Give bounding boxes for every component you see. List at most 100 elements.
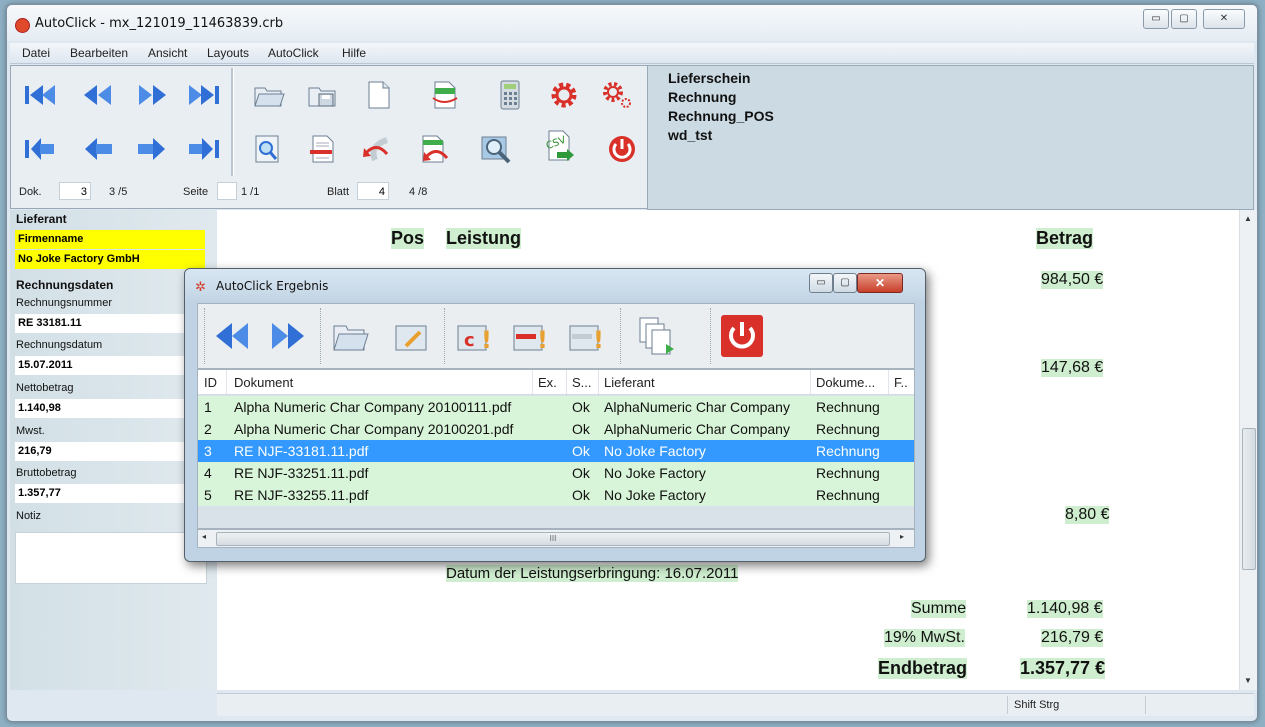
exit-button[interactable] <box>605 132 639 166</box>
column-divider[interactable] <box>226 370 227 394</box>
table-row-selected[interactable]: 3 RE NJF-33181.11.pdf Ok No Joke Factory… <box>198 440 914 462</box>
dialog-close-button[interactable]: ✕ <box>857 273 903 293</box>
power-icon <box>721 315 763 357</box>
column-divider[interactable] <box>810 370 811 394</box>
layout-item-lieferschein[interactable]: Lieferschein <box>668 70 750 86</box>
scroll-up-icon[interactable]: ▲ <box>1244 214 1252 223</box>
column-status[interactable]: S... <box>572 375 592 390</box>
firmenname-field[interactable]: No Joke Factory GmbH <box>15 250 205 269</box>
last-page-button[interactable] <box>187 132 221 166</box>
column-divider[interactable] <box>598 370 599 394</box>
table-row[interactable]: 2 Alpha Numeric Char Company 20100201.pd… <box>198 418 914 440</box>
maximize-button[interactable]: ▢ <box>1171 9 1197 29</box>
calculator-button[interactable] <box>493 78 527 112</box>
layout-item-rechnung[interactable]: Rechnung <box>668 89 736 105</box>
column-ex[interactable]: Ex. <box>538 375 557 390</box>
new-document-button[interactable] <box>361 78 395 112</box>
scroll-right-icon[interactable]: ▸ <box>900 532 904 541</box>
blatt-input[interactable]: 4 <box>357 182 389 200</box>
column-dokument[interactable]: Dokument <box>234 375 293 390</box>
settings-button[interactable] <box>547 78 581 112</box>
scroll-left-icon[interactable]: ◂ <box>202 532 206 541</box>
delete-button[interactable] <box>305 132 339 166</box>
dialog-exit-button[interactable] <box>720 314 764 358</box>
dialog-check-button[interactable]: c! <box>452 314 496 358</box>
rechnungsnummer-field[interactable]: RE 33181.11 <box>15 314 205 333</box>
document-vertical-scrollbar[interactable]: ▲ ▼ <box>1239 210 1257 690</box>
dialog-mark-button[interactable]: ! <box>508 314 552 358</box>
mwst-field[interactable]: 216,79 <box>15 442 205 461</box>
scroll-thumb[interactable] <box>1242 428 1256 570</box>
undo-button[interactable] <box>361 132 395 166</box>
column-f[interactable]: F.. <box>894 375 908 390</box>
grid-horizontal-scrollbar[interactable]: ◂ III ▸ <box>197 529 915 548</box>
menu-bearbeiten[interactable]: Bearbeiten <box>70 46 128 60</box>
layout-item-rechnung-pos[interactable]: Rechnung_POS <box>668 108 774 124</box>
layout-item-wd-tst[interactable]: wd_tst <box>668 127 712 143</box>
column-lieferant[interactable]: Lieferant <box>604 375 655 390</box>
svg-text:!: ! <box>537 326 548 354</box>
close-button[interactable]: ✕ <box>1203 9 1245 29</box>
preview-button[interactable] <box>251 132 285 166</box>
menu-ansicht[interactable]: Ansicht <box>148 46 187 60</box>
row-status: Ok <box>572 487 590 503</box>
revert-document-button[interactable] <box>417 132 451 166</box>
menu-datei[interactable]: Datei <box>22 46 50 60</box>
menu-autoclick[interactable]: AutoClick <box>268 46 319 60</box>
lieferant-group-label: Lieferant <box>16 212 67 226</box>
table-row[interactable]: 5 RE NJF-33255.11.pdf Ok No Joke Factory… <box>198 484 914 506</box>
dialog-minimize-button[interactable]: ▭ <box>809 273 833 293</box>
toolbar-separator <box>620 308 624 364</box>
column-id[interactable]: ID <box>204 375 217 390</box>
rechnungsdatum-field[interactable]: 15.07.2011 <box>15 356 205 375</box>
image-search-button[interactable] <box>479 132 513 166</box>
dialog-copy-button[interactable] <box>634 314 678 358</box>
menu-hilfe[interactable]: Hilfe <box>342 46 366 60</box>
dialog-warn-button[interactable]: ! <box>564 314 608 358</box>
csv-export-button[interactable]: CSV <box>541 130 575 164</box>
refresh-document-button[interactable] <box>427 78 461 112</box>
first-document-button[interactable] <box>23 78 57 112</box>
open-button[interactable] <box>251 78 285 112</box>
column-divider[interactable] <box>888 370 889 394</box>
endbetrag-label: Endbetrag <box>878 658 968 679</box>
table-row[interactable]: 1 Alpha Numeric Char Company 20100111.pd… <box>198 396 914 418</box>
settings-advanced-button[interactable] <box>599 78 633 112</box>
error-c-icon: c! <box>457 325 492 354</box>
previous-page-button[interactable] <box>81 132 115 166</box>
gears-icon <box>603 82 631 108</box>
last-document-button[interactable] <box>187 78 221 112</box>
seite-input[interactable] <box>217 182 237 200</box>
bruttobetrag-field[interactable]: 1.357,77 <box>15 484 205 503</box>
save-button[interactable] <box>305 78 339 112</box>
row-lieferant: No Joke Factory <box>604 487 706 503</box>
row-id: 4 <box>204 465 212 481</box>
next-page-button[interactable] <box>135 132 169 166</box>
previous-document-button[interactable] <box>81 78 115 112</box>
table-row[interactable]: 4 RE NJF-33251.11.pdf Ok No Joke Factory… <box>198 462 914 484</box>
endbetrag-value: 1.357,77 € <box>1020 658 1106 679</box>
dok-input[interactable]: 3 <box>59 182 91 200</box>
dialog-edit-button[interactable] <box>390 314 434 358</box>
minimize-button[interactable]: ▭ <box>1143 9 1169 29</box>
dialog-next-button[interactable] <box>266 314 310 358</box>
edit-folder-icon <box>395 325 427 351</box>
column-divider[interactable] <box>566 370 567 394</box>
row-dokument: Alpha Numeric Char Company 20100201.pdf <box>234 421 514 437</box>
next-document-button[interactable] <box>135 78 169 112</box>
scroll-down-icon[interactable]: ▼ <box>1244 676 1252 685</box>
row-id: 5 <box>204 487 212 503</box>
column-dokumenttyp[interactable]: Dokume... <box>816 375 875 390</box>
dialog-previous-button[interactable] <box>210 314 254 358</box>
scroll-thumb[interactable]: III <box>216 532 890 546</box>
dialog-maximize-button[interactable]: ▢ <box>833 273 857 293</box>
dok-count: 3 /5 <box>109 186 128 198</box>
notiz-textarea[interactable] <box>15 532 207 584</box>
layout-list: Lieferschein Rechnung Rechnung_POS wd_ts… <box>647 65 1254 210</box>
power-icon <box>609 136 635 162</box>
dialog-open-button[interactable] <box>328 314 372 358</box>
first-page-button[interactable] <box>23 132 57 166</box>
column-divider[interactable] <box>532 370 533 394</box>
menu-layouts[interactable]: Layouts <box>207 46 249 60</box>
nettobetrag-field[interactable]: 1.140,98 <box>15 399 205 418</box>
